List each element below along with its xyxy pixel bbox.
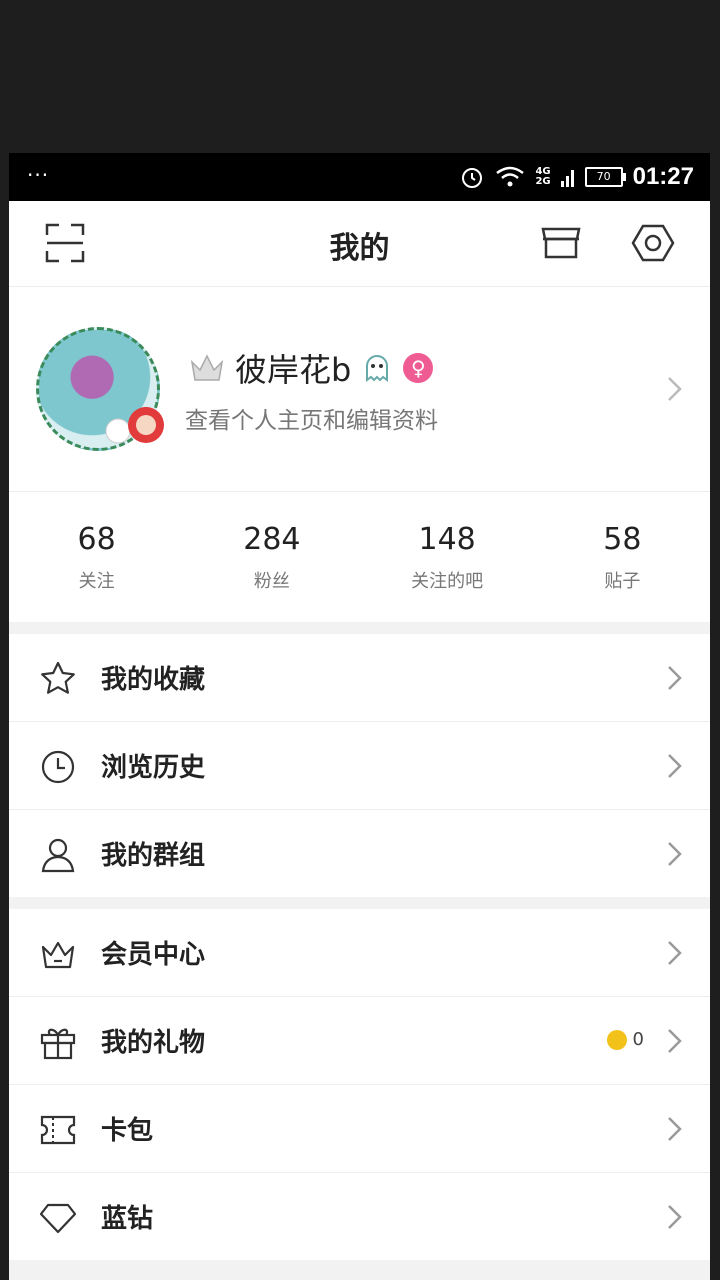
menu-group-2: 会员中心 我的礼物 0 卡包 蓝钻 bbox=[9, 909, 710, 1260]
gift-icon bbox=[39, 1023, 77, 1061]
store-icon[interactable] bbox=[539, 221, 583, 265]
battery-icon: 70 bbox=[584, 167, 626, 187]
page-title: 我的 bbox=[329, 231, 390, 266]
chevron-right-icon bbox=[666, 939, 684, 967]
notification-dots: ··· bbox=[27, 163, 50, 187]
coin-icon bbox=[606, 1029, 627, 1050]
profile-subtitle: 查看个人主页和编辑资料 bbox=[185, 408, 438, 434]
chevron-right-icon bbox=[666, 1203, 684, 1231]
status-bar: ··· 4G 2G 70 01:27 bbox=[9, 153, 710, 201]
stat-fans[interactable]: 284 粉丝 bbox=[184, 492, 359, 622]
chevron-right-icon bbox=[666, 1027, 684, 1055]
menu-item-vip[interactable]: 会员中心 bbox=[9, 909, 710, 997]
phone-screen: ··· 4G 2G 70 01:27 我的 彼岸花b ♀ 查看个人主页和编辑资料… bbox=[9, 153, 710, 1280]
stat-forums[interactable]: 148 关注的吧 bbox=[360, 492, 535, 622]
username: 彼岸花b bbox=[235, 351, 352, 389]
stat-posts[interactable]: 58 贴子 bbox=[535, 492, 710, 622]
stats-bar: 68 关注 284 粉丝 148 关注的吧 58 贴子 bbox=[9, 492, 710, 622]
profile-card[interactable]: 彼岸花b ♀ 查看个人主页和编辑资料 bbox=[9, 287, 710, 492]
network-indicator: 4G 2G bbox=[535, 166, 551, 187]
alarm-icon bbox=[462, 168, 483, 188]
female-icon: ♀ bbox=[403, 353, 434, 383]
chevron-right-icon bbox=[666, 752, 684, 780]
ghost-emoji-icon bbox=[366, 355, 389, 382]
signal-icon bbox=[560, 170, 574, 187]
santa-sticker-icon bbox=[105, 407, 164, 444]
menu-item-cards[interactable]: 卡包 bbox=[9, 1085, 710, 1173]
top-bar: 我的 bbox=[9, 201, 710, 287]
diamond-icon bbox=[39, 1199, 77, 1237]
clock-icon bbox=[39, 748, 77, 786]
stat-follow[interactable]: 68 关注 bbox=[9, 492, 184, 622]
crown-icon bbox=[39, 935, 77, 973]
chevron-right-icon bbox=[666, 375, 684, 403]
person-icon bbox=[39, 836, 77, 874]
crown-badge-icon bbox=[190, 354, 224, 381]
menu-item-groups[interactable]: 我的群组 bbox=[9, 810, 710, 897]
menu-item-favorites[interactable]: 我的收藏 bbox=[9, 634, 710, 722]
menu-group-1: 我的收藏 浏览历史 我的群组 bbox=[9, 634, 710, 897]
menu-item-gifts[interactable]: 我的礼物 0 bbox=[9, 997, 710, 1085]
settings-icon[interactable] bbox=[631, 221, 675, 265]
wifi-icon bbox=[496, 166, 525, 187]
star-icon bbox=[39, 660, 77, 698]
menu-item-history[interactable]: 浏览历史 bbox=[9, 722, 710, 810]
chevron-right-icon bbox=[666, 664, 684, 692]
gift-coin-count: 0 bbox=[606, 1029, 644, 1050]
chevron-right-icon bbox=[666, 1115, 684, 1143]
menu-item-blue-diamond[interactable]: 蓝钻 bbox=[9, 1173, 710, 1260]
ticket-icon bbox=[39, 1111, 77, 1149]
chevron-right-icon bbox=[666, 840, 684, 868]
clock: 01:27 bbox=[632, 163, 694, 190]
